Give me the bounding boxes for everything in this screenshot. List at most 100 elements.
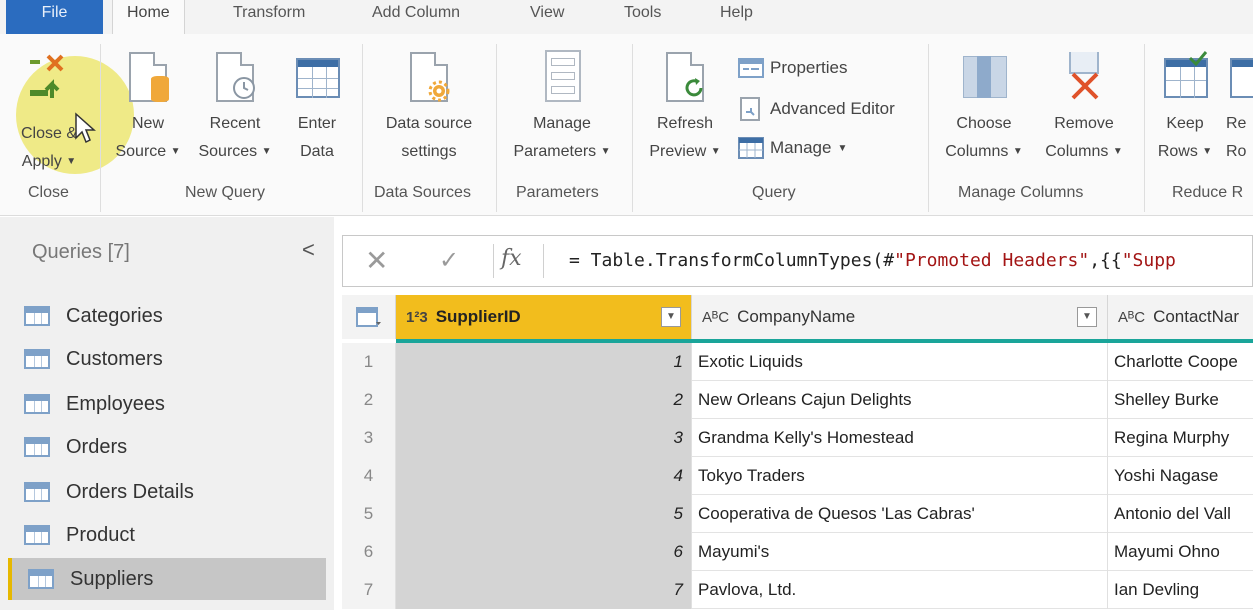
- refresh-icon: [660, 48, 710, 106]
- queries-pane-title: Queries [7]: [32, 241, 130, 263]
- row-index: 2: [342, 381, 396, 419]
- cell-supplierid[interactable]: 5: [396, 495, 692, 533]
- tab-add-column[interactable]: Add Column: [372, 0, 460, 22]
- group-label-data-sources: Data Sources: [374, 184, 471, 201]
- cell-supplierid[interactable]: 3: [396, 419, 692, 457]
- manage-label: Manage: [770, 138, 832, 157]
- table-row[interactable]: 1 1 Exotic Liquids Charlotte Coope: [342, 343, 1253, 381]
- query-item-employees[interactable]: Employees: [8, 383, 326, 425]
- column-header-companyname[interactable]: AᴮC CompanyName ▼: [692, 295, 1108, 339]
- manage-parameters-button[interactable]: Manage Parameters ▼: [502, 48, 622, 182]
- table-row[interactable]: 7 7 Pavlova, Ltd. Ian Devling: [342, 571, 1253, 609]
- advanced-editor-icon: [740, 97, 760, 121]
- tab-file[interactable]: File: [6, 0, 103, 34]
- refresh-preview-button[interactable]: Refresh Preview ▼: [640, 48, 730, 182]
- close-apply-icon: [30, 54, 64, 98]
- cell-contactname[interactable]: Yoshi Nagase: [1108, 457, 1253, 495]
- remove-columns-button[interactable]: Remove Columns ▼: [1034, 48, 1134, 182]
- cell-companyname[interactable]: Pavlova, Ltd.: [692, 571, 1108, 609]
- enter-data-label-1: Enter: [297, 115, 337, 132]
- column-header-contactname[interactable]: AᴮC ContactNar: [1108, 295, 1253, 339]
- tab-tools[interactable]: Tools: [624, 0, 661, 22]
- cell-contactname[interactable]: Antonio del Vall: [1108, 495, 1253, 533]
- tab-home[interactable]: Home: [112, 0, 185, 36]
- chevron-down-icon[interactable]: ▼: [1077, 307, 1097, 327]
- data-source-settings-button[interactable]: Data source settings: [370, 48, 488, 182]
- table-row[interactable]: 6 6 Mayumi's Mayumi Ohno: [342, 533, 1253, 571]
- cell-companyname[interactable]: Mayumi's: [692, 533, 1108, 571]
- recent-sources-label-1: Recent: [209, 115, 261, 132]
- cell-supplierid[interactable]: 7: [396, 571, 692, 609]
- new-source-button[interactable]: New Source ▼: [108, 48, 188, 182]
- chevron-down-icon[interactable]: ▼: [661, 307, 681, 327]
- enter-data-button[interactable]: Enter Data: [284, 48, 350, 182]
- properties-button[interactable]: Properties: [738, 56, 847, 80]
- group-label-query: Query: [752, 184, 796, 201]
- cell-companyname[interactable]: Exotic Liquids: [692, 343, 1108, 381]
- remove-rows-button[interactable]: Re Ro: [1226, 48, 1253, 182]
- collapse-pane-button[interactable]: <: [302, 237, 315, 263]
- keep-rows-label-2: Rows: [1157, 143, 1198, 161]
- table-icon: [355, 307, 381, 327]
- chevron-down-icon: ▼: [170, 146, 181, 157]
- cell-contactname[interactable]: Shelley Burke: [1108, 381, 1253, 419]
- table-menu-button[interactable]: [342, 295, 396, 339]
- query-item-product[interactable]: Product: [8, 514, 326, 556]
- confirm-formula-button[interactable]: ✓: [439, 246, 459, 275]
- table-row[interactable]: 4 4 Tokyo Traders Yoshi Nagase: [342, 457, 1253, 495]
- formula-bar: ✕ ✓ fx = Table.TransformColumnTypes(#"Pr…: [342, 235, 1253, 287]
- fx-icon[interactable]: fx: [501, 246, 522, 271]
- remove-rows-label-1: Re: [1226, 115, 1247, 132]
- cell-contactname[interactable]: Ian Devling: [1108, 571, 1253, 609]
- cell-contactname[interactable]: Mayumi Ohno: [1108, 533, 1253, 571]
- cell-companyname[interactable]: Cooperativa de Quesos 'Las Cabras': [692, 495, 1108, 533]
- tab-help[interactable]: Help: [720, 0, 753, 22]
- cell-contactname[interactable]: Charlotte Coope: [1108, 343, 1253, 381]
- ribbon: Close & Apply ▼ New Source ▼ Recent Sour…: [0, 34, 1253, 216]
- table-icon: [24, 349, 50, 369]
- group-label-manage-columns: Manage Columns: [958, 184, 1084, 201]
- table-row[interactable]: 2 2 New Orleans Cajun Delights Shelley B…: [342, 381, 1253, 419]
- column-header-supplierid[interactable]: 1²3 SupplierID ▼: [396, 295, 692, 339]
- query-item-orders-details[interactable]: Orders Details: [8, 471, 326, 513]
- query-item-label: Categories: [66, 304, 163, 327]
- query-item-orders[interactable]: Orders: [8, 426, 326, 468]
- group-separator: [496, 44, 497, 212]
- recent-sources-icon: [210, 48, 260, 106]
- text-type-icon[interactable]: AᴮC: [1118, 309, 1145, 326]
- new-source-icon: [123, 48, 173, 106]
- cell-supplierid[interactable]: 2: [396, 381, 692, 419]
- tab-view[interactable]: View: [530, 0, 564, 22]
- cell-companyname[interactable]: Grandma Kelly's Homestead: [692, 419, 1108, 457]
- formula-input[interactable]: = Table.TransformColumnTypes(#"Promoted …: [569, 250, 1176, 271]
- cell-supplierid[interactable]: 1: [396, 343, 692, 381]
- number-type-icon[interactable]: 1²3: [406, 309, 428, 326]
- tab-transform[interactable]: Transform: [233, 0, 305, 22]
- cell-companyname[interactable]: Tokyo Traders: [692, 457, 1108, 495]
- remove-columns-label-1: Remove: [1054, 115, 1114, 132]
- row-index: 5: [342, 495, 396, 533]
- cell-supplierid[interactable]: 4: [396, 457, 692, 495]
- column-header-label: CompanyName: [737, 307, 856, 326]
- manage-button[interactable]: Manage ▼: [738, 136, 847, 160]
- text-type-icon[interactable]: AᴮC: [702, 309, 729, 326]
- chevron-down-icon: ▼: [1202, 146, 1213, 157]
- query-item-customers[interactable]: Customers: [8, 338, 326, 380]
- table-row[interactable]: 5 5 Cooperativa de Quesos 'Las Cabras' A…: [342, 495, 1253, 533]
- query-item-suppliers[interactable]: Suppliers: [8, 558, 326, 600]
- keep-rows-button[interactable]: Keep Rows ▼: [1150, 48, 1220, 182]
- formula-text: ,{{: [1089, 250, 1122, 271]
- advanced-editor-button[interactable]: Advanced Editor: [738, 96, 895, 122]
- table-row[interactable]: 3 3 Grandma Kelly's Homestead Regina Mur…: [342, 419, 1253, 457]
- cell-supplierid[interactable]: 6: [396, 533, 692, 571]
- recent-sources-button[interactable]: Recent Sources ▼: [190, 48, 280, 182]
- manage-table-icon: [738, 137, 764, 159]
- row-index: 7: [342, 571, 396, 609]
- choose-columns-button[interactable]: Choose Columns ▼: [934, 48, 1034, 182]
- remove-columns-icon: [1059, 48, 1109, 106]
- cancel-formula-button[interactable]: ✕: [365, 244, 388, 277]
- queries-pane: Queries [7] < Categories Customers Emplo…: [0, 217, 334, 610]
- query-item-categories[interactable]: Categories: [8, 295, 326, 337]
- cell-contactname[interactable]: Regina Murphy: [1108, 419, 1253, 457]
- cell-companyname[interactable]: New Orleans Cajun Delights: [692, 381, 1108, 419]
